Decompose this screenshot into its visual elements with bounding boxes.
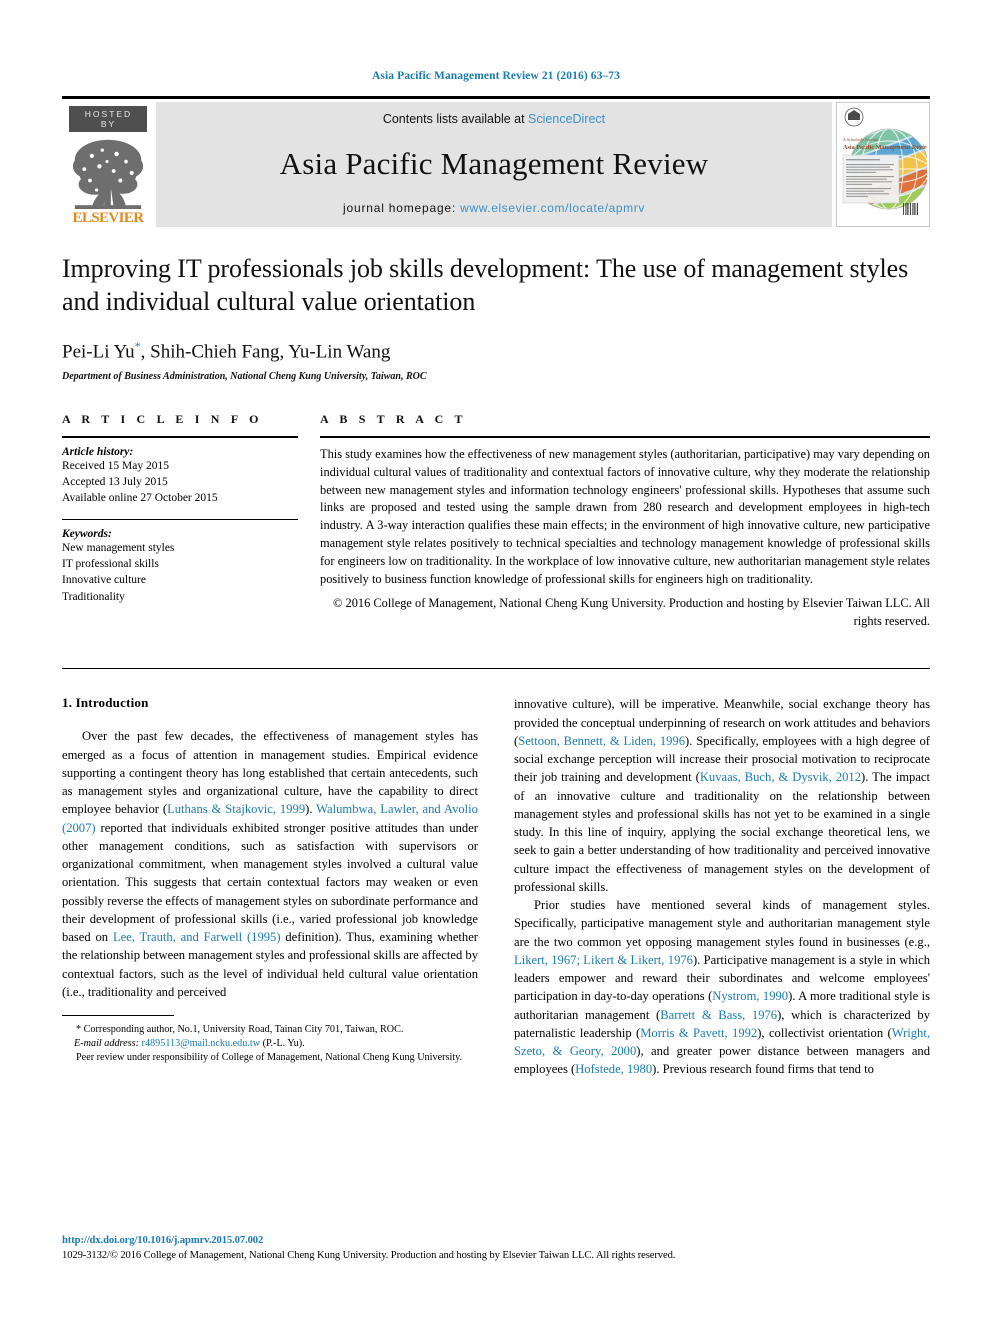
citation-nystrom[interactable]: Nystrom, 1990 xyxy=(712,989,788,1003)
journal-homepage-link[interactable]: www.elsevier.com/locate/apmrv xyxy=(460,201,645,215)
intro-paragraph-left: Over the past few decades, the effective… xyxy=(62,727,478,1001)
masthead-top-rule xyxy=(62,96,930,99)
citation-settoon-bennett-liden[interactable]: Settoon, Bennett, & Liden, 1996 xyxy=(518,734,685,748)
author-rest: , Shih-Chieh Fang, Yu-Lin Wang xyxy=(140,340,391,362)
homepage-prefix: journal homepage: xyxy=(343,201,461,215)
abstract-heading: A B S T R A C T xyxy=(320,411,467,426)
body-columns: 1. Introduction Over the past few decade… xyxy=(62,695,930,1078)
journal-cover-thumbnail: A Scholarly Journal Asia Pacific Managem… xyxy=(836,102,930,227)
issn-copyright-line: 1029-3132/© 2016 College of Management, … xyxy=(62,1250,676,1261)
article-history-label: Article history: xyxy=(62,445,134,458)
citation-hofstede[interactable]: Hofstede, 1980 xyxy=(575,1062,652,1076)
keyword-item: Traditionality xyxy=(62,590,125,603)
citation-lee-trauth-farwell[interactable]: Lee, Trauth, and Farwell (1995) xyxy=(113,930,281,944)
journal-title: Asia Pacific Management Review xyxy=(279,145,709,181)
article-page: Asia Pacific Management Review 21 (2016)… xyxy=(0,0,992,1323)
intro-paragraph-right-second: Prior studies have mentioned several kin… xyxy=(514,896,930,1079)
intro-text-b: ). xyxy=(305,802,317,817)
article-info-heading: A R T I C L E I N F O xyxy=(62,411,263,426)
svg-text:Asia Pacific Management Review: Asia Pacific Management Review xyxy=(843,144,927,151)
right2-text-g: ). Previous research found firms that te… xyxy=(652,1062,874,1077)
article-info-rule xyxy=(62,435,298,438)
abstract-column: A B S T R A C T This study examines how … xyxy=(320,412,930,631)
history-received: Received 15 May 2015 xyxy=(62,459,169,472)
history-accepted: Accepted 13 July 2015 xyxy=(62,476,168,489)
contents-prefix: Contents lists available at xyxy=(382,112,529,126)
abstract-copyright: © 2016 College of Management, National C… xyxy=(332,595,930,628)
right2-text-e: ), collectivist orientation ( xyxy=(757,1025,892,1040)
citation-kuvaas-buch-dysvik[interactable]: Kuvaas, Buch, & Dysvik, 2012 xyxy=(700,770,861,784)
body-column-right: innovative culture), will be imperative.… xyxy=(514,695,930,1078)
citation-morris-pavett[interactable]: Morris & Pavett, 1992 xyxy=(640,1026,757,1040)
contents-list-line: Contents lists available at ScienceDirec… xyxy=(383,112,605,126)
email-label: E-mail address: xyxy=(74,1038,139,1050)
page-footer: http://dx.doi.org/10.1016/j.apmrv.2015.0… xyxy=(62,1235,930,1261)
email-link[interactable]: r4895113@mail.ncku.edu.tw xyxy=(142,1038,261,1049)
body-column-left: 1. Introduction Over the past few decade… xyxy=(62,695,478,1078)
journal-cover-art: A Scholarly Journal Asia Pacific Managem… xyxy=(837,103,929,226)
elsevier-tree-icon xyxy=(72,139,144,209)
body-separator-rule xyxy=(62,668,930,670)
keywords-rule xyxy=(62,518,298,520)
keywords-label: Keywords: xyxy=(62,527,112,540)
intro-text-c: reported that individuals exhibited stro… xyxy=(62,820,478,945)
right2-text-a: Prior studies have mentioned several kin… xyxy=(514,898,930,949)
footnote-corresponding-author: * Corresponding author, No.1, University… xyxy=(62,1023,478,1051)
footnote-rule xyxy=(62,1015,174,1017)
footnote-peer-review: Peer review under responsibility of Coll… xyxy=(76,1052,463,1064)
footnote-corresponding-text: Corresponding author, No.1, University R… xyxy=(83,1024,404,1036)
cover-emblem-icon xyxy=(844,107,864,127)
sciencedirect-link[interactable]: ScienceDirect xyxy=(528,112,605,126)
author-first: Pei-Li Yu xyxy=(62,340,135,362)
doi-link[interactable]: http://dx.doi.org/10.1016/j.apmrv.2015.0… xyxy=(62,1235,930,1246)
intro-paragraph-right-continued: innovative culture), will be imperative.… xyxy=(514,695,930,896)
section-heading-introduction: 1. Introduction xyxy=(62,695,149,711)
citation-luthans-stajkovic[interactable]: Luthans & Stajkovic, 1999 xyxy=(167,802,305,816)
journal-homepage-line: journal homepage: www.elsevier.com/locat… xyxy=(343,201,645,215)
affiliation: Department of Business Administration, N… xyxy=(62,370,427,382)
journal-masthead: HOSTED BY ELSEVIER Contents lists availa… xyxy=(62,96,930,227)
running-head: Asia Pacific Management Review 21 (2016)… xyxy=(372,70,620,82)
cover-barcode-icon xyxy=(903,203,918,215)
keyword-item: New management styles xyxy=(62,541,175,554)
masthead-center: Contents lists available at ScienceDirec… xyxy=(156,102,832,227)
citation-barrett-bass[interactable]: Barrett & Bass, 1976 xyxy=(660,1008,777,1022)
abstract-rule xyxy=(320,435,930,438)
page-title: Improving IT professionals job skills de… xyxy=(62,254,909,316)
abstract-text: This study examines how the effectivenes… xyxy=(320,446,930,586)
hosted-by-badge: HOSTED BY xyxy=(69,106,147,132)
right-text-c: ). The impact of an innovative culture a… xyxy=(514,770,930,894)
title-block: Improving IT professionals job skills de… xyxy=(62,253,930,382)
footnote-marker: * xyxy=(76,1024,82,1036)
info-abstract-section: A R T I C L E I N F O Article history: R… xyxy=(62,412,930,631)
history-available-online: Available online 27 October 2015 xyxy=(62,492,218,505)
keyword-item: Innovative culture xyxy=(62,574,146,587)
author-list: Pei-Li Yu*, Shih-Chieh Fang, Yu-Lin Wang xyxy=(62,339,930,363)
citation-likert[interactable]: Likert, 1967; Likert & Likert, 1976 xyxy=(514,953,693,967)
email-owner: (P.-L. Yu). xyxy=(262,1038,305,1050)
keyword-item: IT professional skills xyxy=(62,558,159,571)
elsevier-logo-block: HOSTED BY ELSEVIER xyxy=(62,102,154,227)
article-info-column: A R T I C L E I N F O Article history: R… xyxy=(62,412,320,631)
elsevier-wordmark: ELSEVIER xyxy=(72,210,144,226)
svg-text:A Scholarly Journal: A Scholarly Journal xyxy=(842,137,879,142)
